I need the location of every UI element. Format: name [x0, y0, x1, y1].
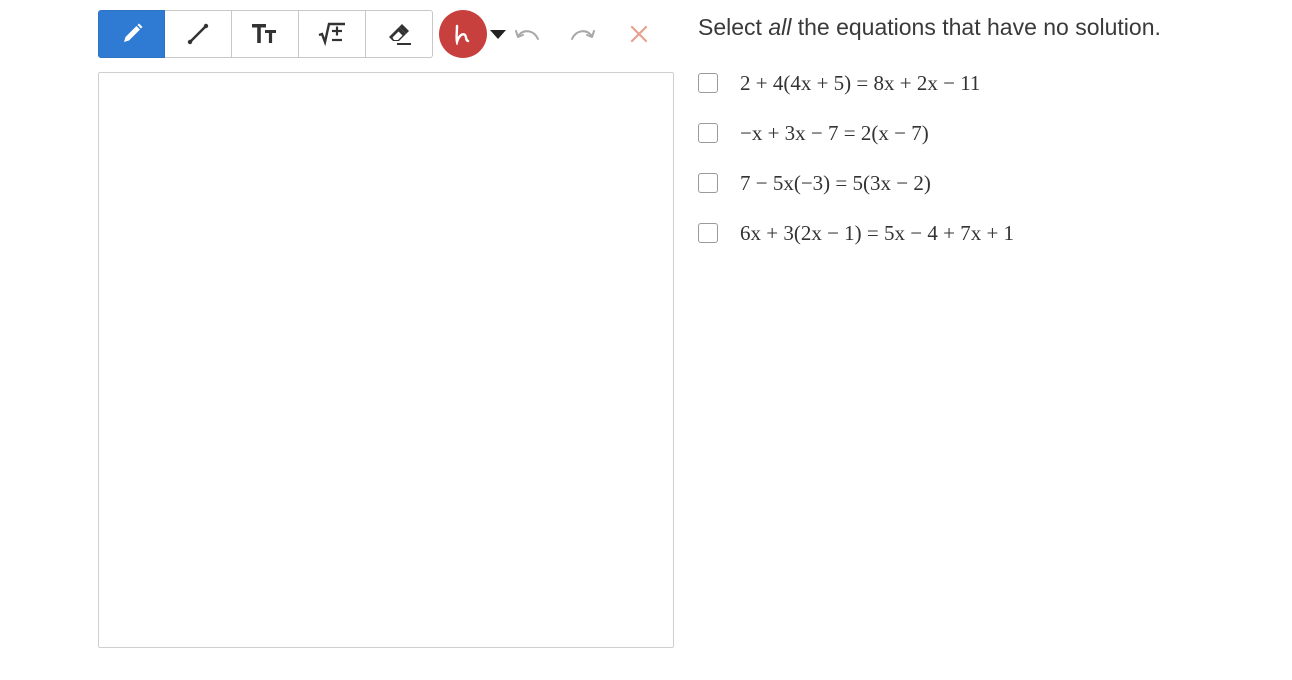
checkbox[interactable]	[698, 173, 718, 193]
eraser-icon	[389, 24, 411, 45]
undo-icon	[515, 30, 539, 40]
choice-3[interactable]: 7 − 5x(−3) = 5(3x − 2)	[698, 158, 1014, 208]
pencil-tool-button[interactable]	[98, 10, 165, 58]
squiggle-icon	[455, 24, 470, 45]
equation-text: 6x + 3(2x − 1) = 5x − 4 + 7x + 1	[740, 220, 1015, 245]
clear-button[interactable]	[621, 10, 657, 58]
checkbox[interactable]	[698, 223, 718, 243]
choice-2[interactable]: −x + 3x − 7 = 2(x − 7)	[698, 108, 1014, 158]
checkbox[interactable]	[698, 73, 718, 93]
text-size-icon	[252, 24, 276, 43]
math-tool-button[interactable]	[299, 10, 366, 58]
equation-text: 7 − 5x(−3) = 5(3x − 2)	[740, 170, 931, 195]
eraser-tool-button[interactable]	[366, 10, 433, 58]
close-icon	[630, 25, 648, 43]
checkbox[interactable]	[698, 123, 718, 143]
color-dropdown-button[interactable]	[487, 10, 509, 58]
color-picker-button[interactable]	[439, 10, 487, 58]
undo-button[interactable]	[509, 10, 545, 58]
line-tool-button[interactable]	[165, 10, 232, 58]
answer-choices: 2 + 4(4x + 5) = 8x + 2x − 11 −x + 3x − 7…	[698, 58, 1014, 258]
line-icon	[187, 23, 209, 45]
equation-text: 2 + 4(4x + 5) = 8x + 2x − 11	[740, 70, 981, 95]
equation-text: −x + 3x − 7 = 2(x − 7)	[740, 120, 929, 145]
question-suffix: the equations that have no solution.	[791, 14, 1161, 40]
question-prompt: Select all the equations that have no so…	[698, 14, 1161, 41]
question-emphasis: all	[768, 14, 792, 40]
caret-down-icon	[490, 30, 506, 39]
drawing-toolbar	[98, 10, 657, 58]
math-icon	[318, 22, 345, 47]
pencil-icon	[123, 23, 142, 42]
tool-group	[98, 10, 433, 58]
question-prefix: Select	[698, 14, 769, 40]
choice-1[interactable]: 2 + 4(4x + 5) = 8x + 2x − 11	[698, 58, 1014, 108]
redo-icon	[571, 30, 595, 40]
drawing-canvas[interactable]	[98, 72, 674, 648]
text-tool-button[interactable]	[232, 10, 299, 58]
choice-4[interactable]: 6x + 3(2x − 1) = 5x − 4 + 7x + 1	[698, 208, 1014, 258]
redo-button[interactable]	[545, 10, 621, 58]
